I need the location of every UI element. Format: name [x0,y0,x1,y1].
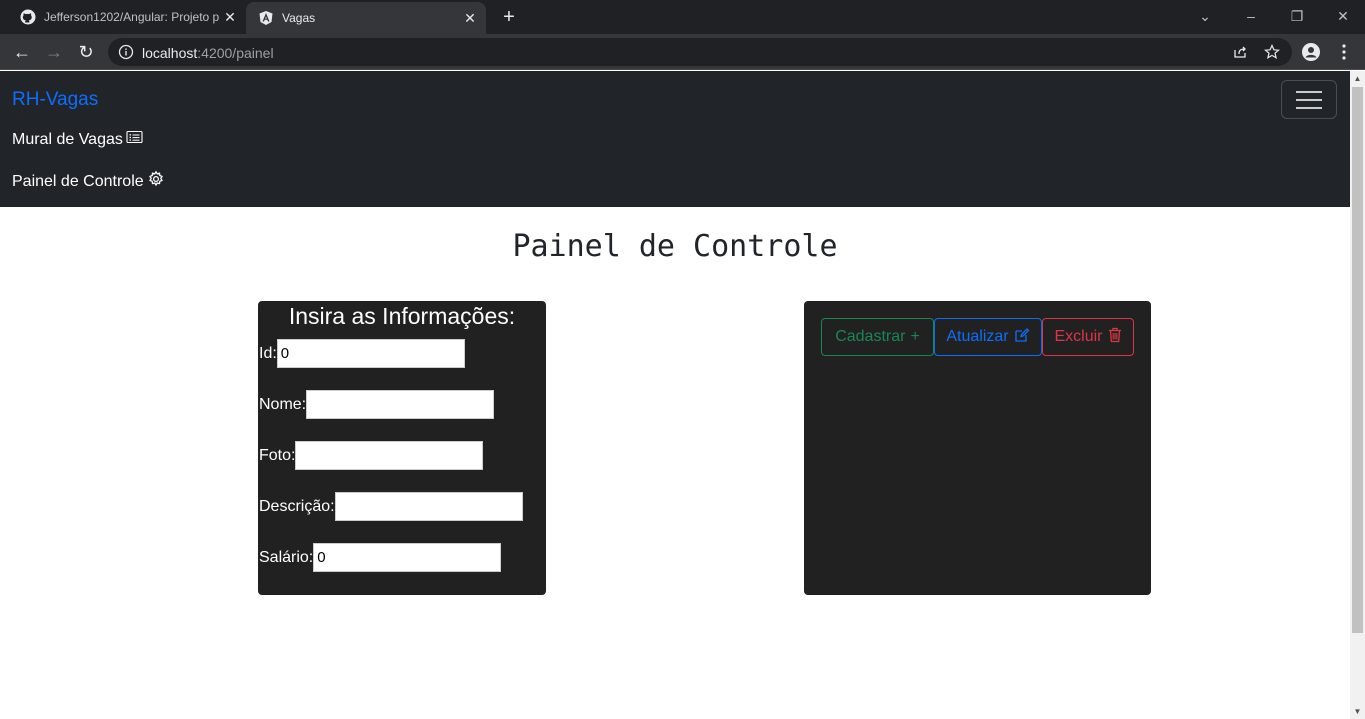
foto-input[interactable] [295,441,484,470]
url-text: localhost:4200/painel [142,45,274,61]
brand-link[interactable]: RH-Vagas [12,89,98,111]
url-host: localhost [142,45,198,61]
navbar-toggler-button[interactable] [1281,80,1337,119]
address-bar[interactable]: localhost:4200/painel [108,38,1292,66]
menu-dots-icon[interactable] [1334,42,1354,62]
forward-icon[interactable]: → [42,40,66,64]
id-input[interactable] [276,339,465,368]
form-heading: Insira as Informações: [288,303,516,329]
close-tab-icon[interactable]: ✕ [222,9,238,25]
tab-title: Jefferson1202/Angular: Projeto p [44,10,220,24]
site-info-icon[interactable] [118,44,134,60]
nav-link-mural-de-vagas[interactable]: Mural de Vagas [12,130,144,149]
gear-icon [147,170,165,193]
scroll-down-arrow-icon[interactable]: ▼ [1353,707,1362,716]
page-viewport: RH-Vagas Mural de Vagas Painel de Contro… [0,71,1350,719]
field-salario: Salário: [259,543,502,572]
scrollbar-thumb[interactable] [1352,87,1363,633]
excluir-button[interactable]: Excluir [1042,318,1134,356]
cadastrar-button[interactable]: Cadastrar + [821,318,934,356]
browser-tab-vagas[interactable]: Vagas ✕ [246,2,486,34]
hamburger-line [1296,99,1322,101]
plus-icon: + [910,328,920,345]
nav-link-label: Mural de Vagas [12,130,123,148]
page-scrollbar[interactable]: ▲ ▼ [1350,71,1365,719]
tab-title: Vagas [282,11,316,25]
hamburger-line [1296,107,1322,109]
scroll-up-arrow-icon[interactable]: ▲ [1353,74,1362,83]
button-label: Cadastrar [835,328,906,345]
field-label: Id: [259,344,277,362]
card-list-icon [126,130,144,149]
salario-input[interactable] [313,543,502,572]
navbar: RH-Vagas Mural de Vagas Painel de Contro… [0,71,1350,207]
browser-toolbar: ← → ↻ localhost:4200/painel [0,34,1365,70]
button-label: Atualizar [946,328,1009,345]
reload-icon[interactable]: ↻ [74,40,98,64]
pencil-square-icon [1014,327,1030,348]
close-window-icon[interactable]: ✕ [1331,6,1355,26]
actions-card: Cadastrar + Atualizar Excluir [804,301,1151,595]
trash-icon [1108,327,1122,348]
github-icon [20,9,36,25]
profile-icon[interactable] [1301,42,1321,62]
nome-input[interactable] [306,390,495,419]
new-tab-icon[interactable]: + [498,6,520,28]
atualizar-button[interactable]: Atualizar [934,318,1042,356]
tab-search-icon[interactable]: ⌄ [1193,6,1217,26]
descricao-input[interactable] [334,492,523,521]
share-icon[interactable] [1232,44,1248,60]
nav-link-label: Painel de Controle [12,172,144,190]
page-title: Painel de Controle [512,229,838,264]
button-label: Excluir [1054,328,1103,345]
close-tab-icon[interactable]: ✕ [462,10,478,26]
field-id: Id: [259,339,465,368]
field-descricao: Descrição: [259,492,523,521]
minimize-icon[interactable]: – [1239,6,1263,26]
field-nome: Nome: [259,390,495,419]
hamburger-line [1296,91,1322,93]
field-foto: Foto: [259,441,484,470]
field-label: Foto: [259,446,296,464]
back-icon[interactable]: ← [10,40,34,64]
url-path: :4200/painel [197,45,274,61]
nav-link-painel-de-controle[interactable]: Painel de Controle [12,170,165,193]
browser-tab-bar: Jefferson1202/Angular: Projeto p ✕ Vagas… [0,0,1365,34]
field-label: Descrição: [259,497,335,515]
angular-icon [258,10,274,26]
star-icon[interactable] [1264,44,1280,60]
field-label: Nome: [259,395,307,413]
form-card: Insira as Informações: Id: Nome: Foto: D… [258,301,546,595]
field-label: Salário: [259,548,314,566]
restore-icon[interactable]: ❐ [1285,6,1309,26]
browser-tab-github[interactable]: Jefferson1202/Angular: Projeto p ✕ [8,0,246,34]
